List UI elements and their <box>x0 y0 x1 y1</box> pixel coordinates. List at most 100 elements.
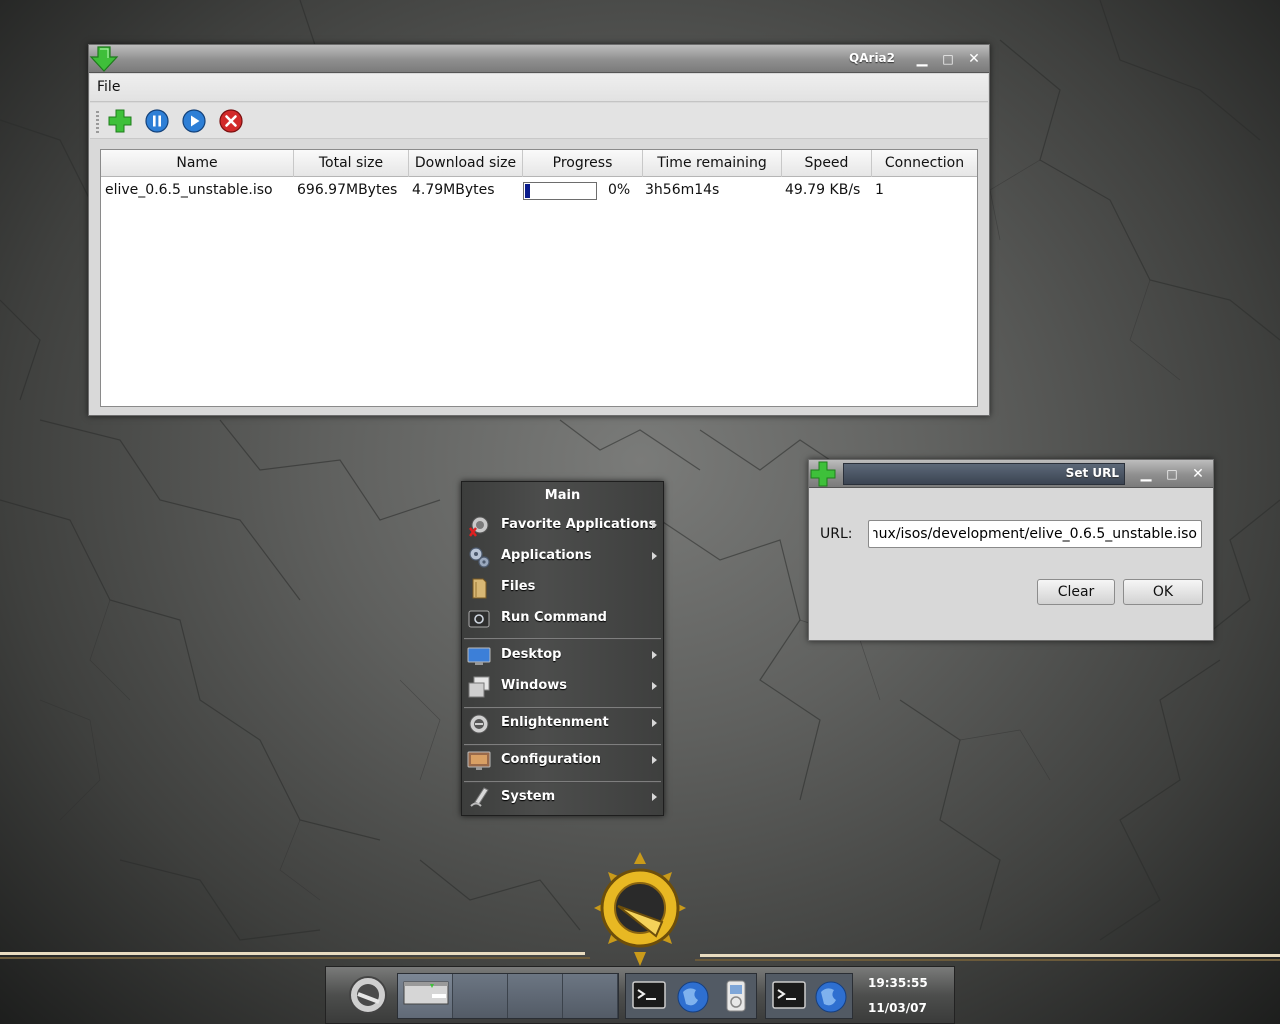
system-icon <box>470 787 489 807</box>
cell-name: elive_0.6.5_unstable.iso <box>105 182 273 198</box>
menu-title: Main <box>544 488 581 503</box>
terminal-icon[interactable] <box>630 978 668 1016</box>
pager-desk-2[interactable] <box>453 974 508 1018</box>
menu-item-system[interactable]: System <box>464 784 661 812</box>
menu-item-label: Windows <box>501 678 568 693</box>
ok-button[interactable]: OK <box>1123 579 1203 605</box>
menubar: File <box>90 74 988 102</box>
column-header-name[interactable]: Name <box>101 150 294 177</box>
download-arrow-icon[interactable] <box>89 45 119 73</box>
menu-item-label: Enlightenment <box>501 715 609 730</box>
close-icon[interactable]: ✕ <box>965 50 983 68</box>
menu-separator <box>464 744 661 746</box>
cell-time-remaining: 3h56m14s <box>645 182 720 198</box>
progress-bar <box>523 182 597 200</box>
table-header: Name Total size Download size Progress T… <box>101 150 977 177</box>
menu-file[interactable]: File <box>97 79 120 95</box>
configuration-icon <box>467 751 491 770</box>
gears-icon <box>469 547 490 568</box>
cell-progress-percent: 0% <box>608 182 631 198</box>
remove-icon[interactable] <box>218 108 244 134</box>
pager-window-thumbnail-icon <box>403 981 449 1005</box>
menu-item-desktop[interactable]: Desktop <box>464 642 661 670</box>
terminal-icon[interactable] <box>770 978 808 1016</box>
maximize-icon[interactable]: □ <box>1163 465 1181 483</box>
set-url-titlebar[interactable]: Set URL ▁ □ ✕ <box>809 460 1213 488</box>
close-icon[interactable]: ✕ <box>1189 465 1207 483</box>
launcher-box <box>625 973 757 1019</box>
submenu-arrow-icon <box>652 651 657 659</box>
submenu-arrow-icon <box>652 552 657 560</box>
add-icon[interactable] <box>809 460 839 488</box>
column-header-time-remaining[interactable]: Time remaining <box>643 150 782 177</box>
virtual-desktop-pager <box>397 973 619 1019</box>
menu-item-files[interactable]: Files <box>464 574 661 602</box>
menu-item-applications[interactable]: Applications <box>464 543 661 571</box>
menu-item-enlightenment[interactable]: Enlightenment <box>464 710 661 738</box>
menu-separator <box>464 781 661 783</box>
enlightenment-start-icon[interactable] <box>590 850 690 968</box>
progress-bar-fill <box>525 184 531 198</box>
start-menu-icon[interactable] <box>345 972 391 1018</box>
submenu-arrow-icon <box>652 756 657 764</box>
media-player-icon[interactable] <box>718 978 756 1016</box>
submenu-arrow-icon <box>652 719 657 727</box>
toolbar-grip[interactable] <box>96 111 99 133</box>
web-browser-globe-icon[interactable] <box>812 978 850 1016</box>
menu-item-run-command[interactable]: Run Command <box>464 605 661 633</box>
cell-speed: 49.79 KB/s <box>785 182 861 198</box>
cell-connection: 1 <box>875 182 884 198</box>
main-menu: Main Favorite Applications Applications … <box>461 481 664 816</box>
menu-item-configuration[interactable]: Configuration <box>464 747 661 775</box>
desktop-icon <box>467 647 491 665</box>
menu-item-label: Desktop <box>501 647 562 662</box>
pager-desk-1[interactable] <box>398 974 453 1018</box>
menu-item-label: System <box>501 789 556 804</box>
cell-total-size: 696.97MBytes <box>297 182 398 198</box>
downloads-table: Name Total size Download size Progress T… <box>100 149 978 407</box>
enlightenment-icon <box>469 714 489 734</box>
submenu-arrow-icon <box>652 521 657 529</box>
url-input[interactable] <box>868 520 1202 548</box>
toolbar <box>90 103 988 139</box>
column-header-speed[interactable]: Speed <box>782 150 872 177</box>
window-title: QAria2 <box>849 51 895 65</box>
taskbar-iconbox <box>765 973 853 1019</box>
pager-desk-3[interactable] <box>508 974 563 1018</box>
submenu-arrow-icon <box>652 793 657 801</box>
menu-separator <box>464 638 661 640</box>
clock-time: 19:35:55 <box>868 976 928 990</box>
menu-item-label: Configuration <box>501 752 601 767</box>
minimize-icon[interactable]: ▁ <box>1137 465 1155 483</box>
menu-item-label: Run Command <box>501 610 607 625</box>
maximize-icon[interactable]: □ <box>939 50 957 68</box>
clear-button[interactable]: Clear <box>1037 579 1115 605</box>
qaria2-window: QAria2 ▁ □ ✕ File Name Total size Downlo… <box>88 44 990 416</box>
dialog-title: Set URL <box>1065 466 1119 480</box>
column-header-connection[interactable]: Connection <box>872 150 977 177</box>
pager-desk-4[interactable] <box>563 974 618 1018</box>
menu-item-label: Files <box>501 579 536 594</box>
menu-item-favorite-applications[interactable]: Favorite Applications <box>464 512 661 540</box>
column-header-progress[interactable]: Progress <box>523 150 643 177</box>
web-browser-globe-icon[interactable] <box>674 978 712 1016</box>
menu-item-windows[interactable]: Windows <box>464 673 661 701</box>
pause-icon[interactable] <box>144 108 170 134</box>
qaria2-titlebar[interactable]: QAria2 ▁ □ ✕ <box>89 45 989 73</box>
resume-icon[interactable] <box>181 108 207 134</box>
add-download-icon[interactable] <box>107 108 133 134</box>
folder-icon <box>472 578 487 599</box>
submenu-arrow-icon <box>652 682 657 690</box>
cell-download-size: 4.79MBytes <box>412 182 495 198</box>
column-header-download-size[interactable]: Download size <box>409 150 523 177</box>
menu-item-label: Applications <box>501 548 592 563</box>
clock-date: 11/03/07 <box>868 1001 927 1015</box>
set-url-dialog: Set URL ▁ □ ✕ URL: Clear OK <box>808 459 1214 641</box>
run-command-icon <box>468 610 490 628</box>
url-label: URL: <box>820 526 853 542</box>
column-header-total-size[interactable]: Total size <box>294 150 409 177</box>
minimize-icon[interactable]: ▁ <box>913 50 931 68</box>
menu-item-label: Favorite Applications <box>501 517 657 532</box>
menu-separator <box>464 707 661 709</box>
windows-icon <box>468 676 490 698</box>
